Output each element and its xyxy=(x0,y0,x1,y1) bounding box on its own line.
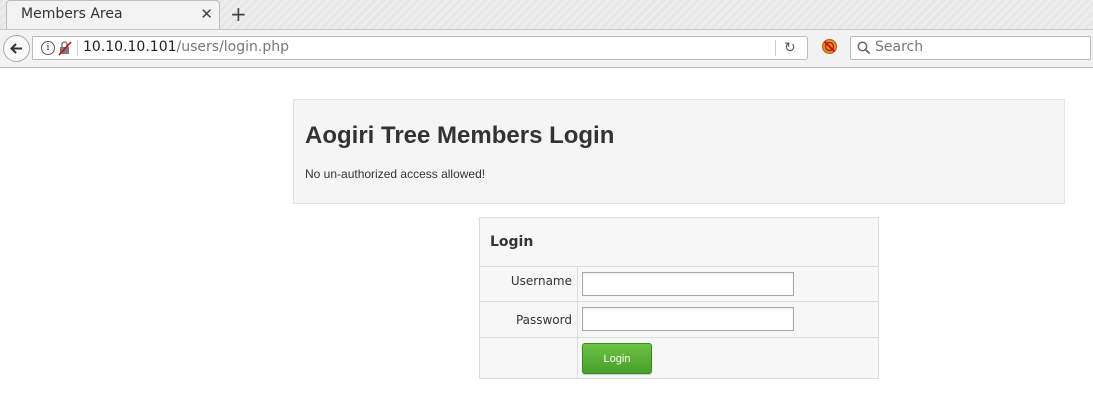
addon-blocker-icon[interactable] xyxy=(821,38,838,55)
url-divider xyxy=(775,40,776,56)
login-button[interactable]: Login xyxy=(582,343,652,374)
password-field[interactable] xyxy=(582,307,794,331)
submit-row: Login xyxy=(480,338,878,378)
username-label: Username xyxy=(510,274,572,288)
navigation-bar: i 10.10.10.101/users/login.php ↻ xyxy=(0,30,1093,68)
close-icon[interactable]: ✕ xyxy=(200,5,213,23)
login-form: Login Username Password Login xyxy=(479,217,879,379)
back-arrow-icon xyxy=(10,43,22,54)
page-title: Aogiri Tree Members Login xyxy=(305,122,615,149)
tab-members-area[interactable]: Members Area ✕ xyxy=(6,0,220,29)
search-bar[interactable] xyxy=(850,36,1091,60)
password-row: Password xyxy=(480,302,878,338)
url-divider xyxy=(77,40,78,56)
new-tab-icon[interactable]: + xyxy=(230,2,247,26)
url-bar[interactable]: i 10.10.10.101/users/login.php ↻ xyxy=(32,36,808,60)
tab-title: Members Area xyxy=(21,6,123,22)
search-icon xyxy=(857,41,871,55)
access-warning: No un-authorized access allowed! xyxy=(305,167,486,181)
back-button[interactable] xyxy=(3,35,30,62)
tab-bar: Members Area ✕ + xyxy=(0,0,1093,30)
login-header-row: Login xyxy=(480,218,878,267)
username-row: Username xyxy=(480,267,878,302)
password-label: Password xyxy=(515,313,572,327)
info-icon[interactable]: i xyxy=(41,41,55,55)
reload-icon[interactable]: ↻ xyxy=(784,40,796,56)
url-host: 10.10.10.101 xyxy=(83,39,177,55)
url-text[interactable]: 10.10.10.101/users/login.php xyxy=(83,39,289,55)
insecure-connection-icon[interactable] xyxy=(58,40,72,56)
username-field[interactable] xyxy=(582,272,794,296)
login-title: Login xyxy=(490,234,534,250)
search-input[interactable] xyxy=(875,39,1075,55)
url-path: /users/login.php xyxy=(176,39,289,55)
header-panel: Aogiri Tree Members Login No un-authoriz… xyxy=(293,99,1065,204)
